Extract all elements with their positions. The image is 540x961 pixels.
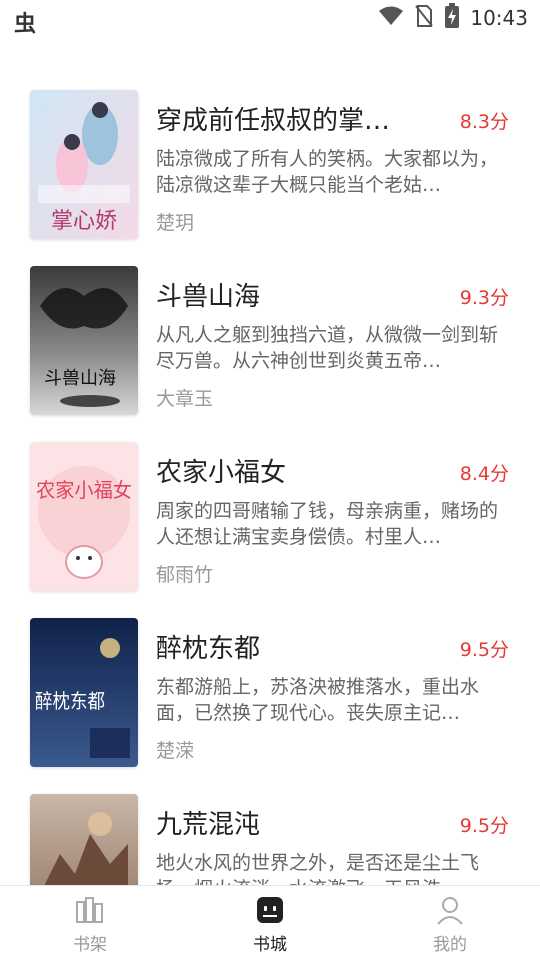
book-cover[interactable]: 醉枕东都 bbox=[30, 618, 138, 767]
tab-bookstore[interactable]: 书城 bbox=[180, 886, 360, 961]
tab-bookshelf[interactable]: 书架 bbox=[0, 886, 180, 961]
book-item[interactable]: 农家小福女 农家小福女 8.4分 周家的四哥赌输了钱，母亲病重，赌场的人还想让满… bbox=[0, 432, 540, 591]
book-author: 楚玥 bbox=[156, 212, 195, 234]
book-score: 8.3分 bbox=[459, 111, 509, 133]
book-description: 陆凉微成了所有人的笑柄。大家都以为，陆凉微这辈子大概只能当个老姑… bbox=[156, 148, 499, 196]
cover-title-text: 掌心娇 bbox=[51, 209, 117, 234]
book-cover[interactable]: 农家小福女 bbox=[30, 442, 138, 591]
book-score: 9.5分 bbox=[459, 639, 509, 661]
tab-profile[interactable]: 我的 bbox=[360, 886, 540, 961]
book-author: 楚溁 bbox=[156, 740, 195, 762]
bottom-tab-bar: 书架 书城 我的 bbox=[0, 885, 540, 961]
book-score: 9.5分 bbox=[459, 815, 509, 837]
book-cover[interactable] bbox=[30, 794, 138, 885]
book-title[interactable]: 农家小福女 bbox=[156, 452, 411, 489]
book-description: 东都游船上，苏洛泱被推落水，重出水面，已然换了现代心。丧失原主记… bbox=[156, 676, 480, 724]
battery-charging-icon bbox=[444, 3, 460, 33]
book-cover[interactable]: 掌心娇 bbox=[30, 90, 138, 239]
tab-label: 书架 bbox=[73, 935, 107, 955]
status-icons: 10:43 bbox=[378, 3, 528, 33]
book-cover[interactable]: 斗兽山海 bbox=[30, 266, 138, 415]
wifi-icon bbox=[378, 5, 404, 31]
book-item[interactable]: 掌心娇 穿成前任叔叔的掌… 8.3分 陆凉微成了所有人的笑柄。大家都以为，陆凉微… bbox=[0, 80, 540, 239]
book-description: 从凡人之躯到独挡六道，从微微一剑到斩尽万兽。从六神创世到炎黄五帝… bbox=[156, 324, 499, 372]
book-description: 地火水风的世界之外，是否还是尘土飞扬，烟火流淌，水流激飞，天风浩… bbox=[156, 852, 480, 885]
clock: 10:43 bbox=[470, 6, 528, 30]
profile-icon bbox=[437, 897, 463, 925]
bookstore-icon bbox=[257, 897, 283, 923]
cover-title-text: 农家小福女 bbox=[36, 478, 132, 502]
book-title[interactable]: 穿成前任叔叔的掌… bbox=[156, 100, 411, 137]
tab-label: 书城 bbox=[253, 935, 287, 955]
book-item[interactable]: 斗兽山海 斗兽山海 9.3分 从凡人之躯到独挡六道，从微微一剑到斩尽万兽。从六神… bbox=[0, 256, 540, 415]
book-title[interactable]: 九荒混沌 bbox=[156, 804, 411, 841]
book-item[interactable]: 九荒混沌 9.5分 地火水风的世界之外，是否还是尘土飞扬，烟火流淌，水流激飞，天… bbox=[0, 784, 540, 885]
book-item[interactable]: 醉枕东都 醉枕东都 9.5分 东都游船上，苏洛泱被推落水，重出水面，已然换了现代… bbox=[0, 608, 540, 767]
cover-title-text: 醉枕东都 bbox=[35, 689, 105, 713]
book-description: 周家的四哥赌输了钱，母亲病重，赌场的人还想让满宝卖身偿债。村里人… bbox=[156, 500, 499, 548]
book-score: 8.4分 bbox=[459, 463, 509, 485]
book-author: 大章玉 bbox=[156, 388, 214, 410]
book-list[interactable]: 掌心娇 穿成前任叔叔的掌… 8.3分 陆凉微成了所有人的笑柄。大家都以为，陆凉微… bbox=[0, 80, 540, 885]
bookshelf-icon bbox=[76, 897, 103, 923]
book-title[interactable]: 醉枕东都 bbox=[156, 628, 411, 665]
no-sim-icon bbox=[414, 4, 434, 32]
app-notification-icon: 虫 bbox=[14, 12, 37, 37]
book-author: 郁雨竹 bbox=[156, 564, 214, 586]
book-title[interactable]: 斗兽山海 bbox=[156, 276, 411, 313]
cover-title-text: 斗兽山海 bbox=[44, 368, 116, 389]
status-bar: 虫 10:43 bbox=[0, 0, 540, 37]
book-score: 9.3分 bbox=[459, 287, 509, 309]
tab-label: 我的 bbox=[433, 935, 467, 955]
